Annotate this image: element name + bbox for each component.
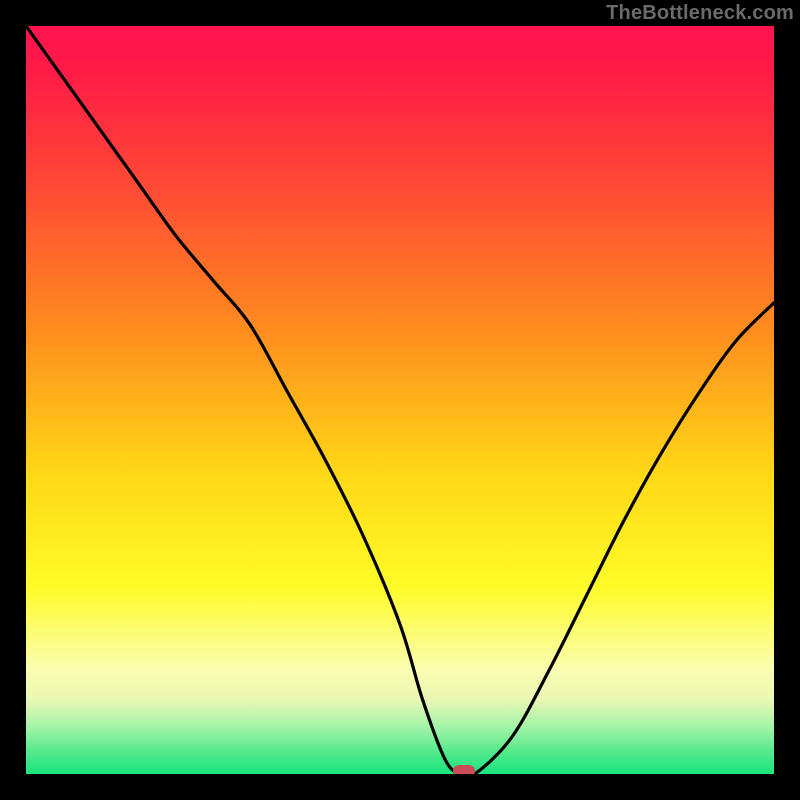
chart-frame: TheBottleneck.com: [0, 0, 800, 800]
optimum-marker: [453, 765, 475, 774]
watermark-text: TheBottleneck.com: [606, 2, 794, 25]
bottleneck-curve: [26, 26, 774, 774]
plot-area: [26, 26, 774, 774]
